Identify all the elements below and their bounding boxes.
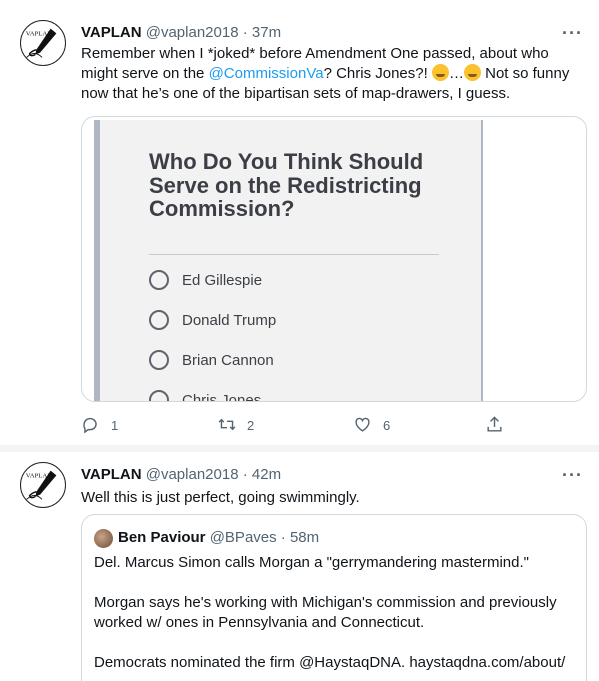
tweet-header: VAPLAN @vaplan2018 · 42m bbox=[81, 466, 281, 483]
radio-icon bbox=[149, 310, 169, 330]
handle[interactable]: @vaplan2018 bbox=[146, 466, 239, 483]
tweet-text: Remember when I *joked* before Amendment… bbox=[81, 45, 570, 102]
display-name[interactable]: VAPLAN bbox=[81, 466, 142, 483]
timestamp[interactable]: · 37m bbox=[243, 24, 281, 41]
handle[interactable]: @vaplan2018 bbox=[146, 24, 239, 41]
tweet-text: Well this is just perfect, going swimmin… bbox=[81, 489, 360, 506]
retweet-icon bbox=[218, 418, 236, 431]
avatar[interactable]: VAPLAN bbox=[20, 20, 66, 66]
display-name[interactable]: VAPLAN bbox=[81, 24, 142, 41]
radio-icon bbox=[149, 390, 169, 401]
radio-icon bbox=[149, 350, 169, 370]
display-name: Ben Paviour bbox=[118, 529, 206, 546]
quoted-tweet[interactable]: Ben Paviour @BPaves · 58m Del. Marcus Si… bbox=[81, 514, 587, 681]
svg-text:VAPLAN: VAPLAN bbox=[26, 472, 52, 479]
tears-of-joy-emoji-icon bbox=[431, 64, 449, 81]
quoted-tweet-text: Del. Marcus Simon calls Morgan a "gerrym… bbox=[94, 554, 566, 671]
like-icon bbox=[355, 417, 370, 432]
more-icon[interactable]: ··· bbox=[562, 466, 583, 484]
vaplan-logo-icon: VAPLAN bbox=[26, 470, 57, 500]
handle: @BPaves bbox=[209, 529, 277, 546]
timestamp[interactable]: · 42m bbox=[243, 466, 281, 483]
tweet-actions: 1 2 6 bbox=[81, 414, 521, 436]
poll-title: Who Do You Think Should Serve on the Red… bbox=[149, 149, 424, 221]
poll-graphic: Who Do You Think Should Serve on the Red… bbox=[94, 120, 483, 401]
tweet-1[interactable]: VAPLAN VAPLAN @vaplan2018 · 37m ··· Reme… bbox=[0, 0, 599, 446]
more-icon[interactable]: ··· bbox=[562, 24, 583, 42]
avatar[interactable] bbox=[94, 529, 113, 548]
svg-text:VAPLAN: VAPLAN bbox=[26, 30, 52, 37]
tweet-image[interactable]: Who Do You Think Should Serve on the Red… bbox=[81, 116, 587, 402]
relieved-face-emoji-icon bbox=[463, 64, 481, 81]
quoted-tweet-header: Ben Paviour @BPaves · 58m bbox=[118, 529, 319, 546]
tweet-header: VAPLAN @vaplan2018 · 37m bbox=[81, 24, 281, 41]
reply-icon bbox=[83, 417, 97, 434]
timestamp: · 58m bbox=[280, 529, 320, 546]
share-icon bbox=[487, 416, 502, 432]
mention-link[interactable]: @CommissionVa bbox=[209, 65, 324, 82]
avatar[interactable]: VAPLAN bbox=[20, 462, 66, 508]
radio-icon bbox=[149, 270, 169, 290]
divider bbox=[149, 254, 439, 255]
vaplan-logo-icon: VAPLAN bbox=[26, 28, 57, 58]
